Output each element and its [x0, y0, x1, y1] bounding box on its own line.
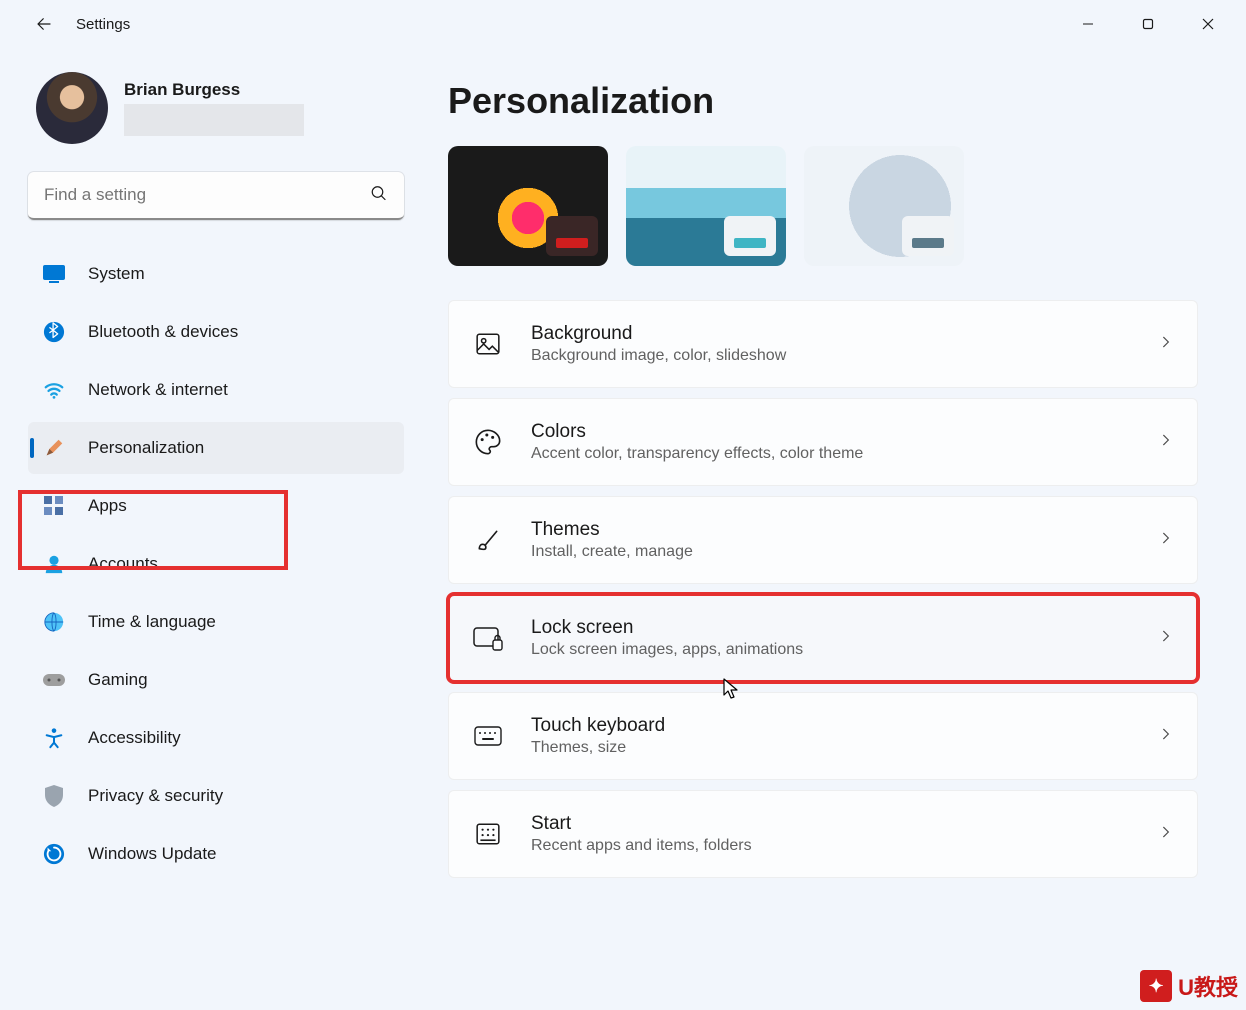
- card-title: Start: [531, 813, 1131, 835]
- theme-preview-1[interactable]: [448, 146, 608, 266]
- sidebar-item-label: Gaming: [88, 670, 148, 690]
- lock-screen-icon: [473, 623, 503, 653]
- gamepad-icon: [42, 668, 66, 692]
- chevron-right-icon: [1159, 335, 1173, 354]
- maximize-button[interactable]: [1118, 2, 1178, 46]
- chevron-right-icon: [1159, 433, 1173, 452]
- avatar: [36, 72, 108, 144]
- sidebar-item-personalization[interactable]: Personalization: [28, 422, 404, 474]
- sidebar-item-label: Bluetooth & devices: [88, 322, 238, 342]
- card-title: Background: [531, 323, 1131, 345]
- main-content: Personalization Background Background im…: [420, 48, 1246, 1010]
- sidebar-item-bluetooth[interactable]: Bluetooth & devices: [28, 306, 404, 358]
- card-touch-keyboard[interactable]: Touch keyboard Themes, size: [448, 692, 1198, 780]
- maximize-icon: [1142, 18, 1154, 30]
- card-sub: Recent apps and items, folders: [531, 837, 1131, 855]
- sidebar-item-label: Windows Update: [88, 844, 217, 864]
- close-button[interactable]: [1178, 2, 1238, 46]
- card-title: Themes: [531, 519, 1131, 541]
- watermark: ✦ U教授: [1140, 970, 1238, 1002]
- search-box: [28, 172, 404, 220]
- bluetooth-icon: [42, 320, 66, 344]
- card-title: Colors: [531, 421, 1131, 443]
- watermark-logo-icon: ✦: [1140, 970, 1172, 1002]
- profile-name: Brian Burgess: [124, 80, 304, 100]
- card-start[interactable]: Start Recent apps and items, folders: [448, 790, 1198, 878]
- clock-globe-icon: [42, 610, 66, 634]
- titlebar: Settings: [0, 0, 1246, 48]
- update-icon: [42, 842, 66, 866]
- card-title: Lock screen: [531, 617, 1131, 639]
- back-button[interactable]: [24, 4, 64, 44]
- sidebar-item-privacy-security[interactable]: Privacy & security: [28, 770, 404, 822]
- sidebar-item-label: Accounts: [88, 554, 158, 574]
- arrow-left-icon: [35, 15, 53, 33]
- app-title: Settings: [76, 16, 130, 33]
- sidebar-item-gaming[interactable]: Gaming: [28, 654, 404, 706]
- sidebar-item-label: Apps: [88, 496, 127, 516]
- window-controls: [1058, 2, 1238, 46]
- minimize-icon: [1082, 18, 1094, 30]
- search-input[interactable]: [28, 172, 404, 220]
- accessibility-icon: [42, 726, 66, 750]
- card-colors[interactable]: Colors Accent color, transparency effect…: [448, 398, 1198, 486]
- shield-icon: [42, 784, 66, 808]
- theme-preview-2[interactable]: [626, 146, 786, 266]
- search-icon: [370, 185, 388, 208]
- sidebar-item-label: Accessibility: [88, 728, 181, 748]
- brush-icon: [473, 525, 503, 555]
- sidebar-item-apps[interactable]: Apps: [28, 480, 404, 532]
- system-icon: [42, 262, 66, 286]
- sidebar-item-label: Personalization: [88, 438, 204, 458]
- chevron-right-icon: [1159, 825, 1173, 844]
- nav-list: System Bluetooth & devices Network & int…: [28, 248, 404, 880]
- chevron-right-icon: [1159, 727, 1173, 746]
- card-sub: Install, create, manage: [531, 543, 1131, 561]
- minimize-button[interactable]: [1058, 2, 1118, 46]
- close-icon: [1202, 18, 1214, 30]
- accounts-icon: [42, 552, 66, 576]
- apps-icon: [42, 494, 66, 518]
- watermark-text: U教授: [1178, 970, 1238, 1002]
- card-background[interactable]: Background Background image, color, slid…: [448, 300, 1198, 388]
- card-sub: Themes, size: [531, 739, 1131, 757]
- sidebar-item-label: Time & language: [88, 612, 216, 632]
- settings-card-list: Background Background image, color, slid…: [448, 300, 1198, 878]
- picture-icon: [473, 329, 503, 359]
- card-sub: Accent color, transparency effects, colo…: [531, 445, 1131, 463]
- profile-email-redacted: [124, 104, 304, 136]
- sidebar-item-accounts[interactable]: Accounts: [28, 538, 404, 590]
- sidebar-item-label: System: [88, 264, 145, 284]
- paintbrush-icon: [42, 436, 66, 460]
- sidebar: Brian Burgess System Bluetooth & devices…: [0, 48, 420, 1010]
- sidebar-item-windows-update[interactable]: Windows Update: [28, 828, 404, 880]
- palette-icon: [473, 427, 503, 457]
- sidebar-item-system[interactable]: System: [28, 248, 404, 300]
- card-sub: Background image, color, slideshow: [531, 347, 1131, 365]
- keyboard-icon: [473, 721, 503, 751]
- card-themes[interactable]: Themes Install, create, manage: [448, 496, 1198, 584]
- sidebar-item-label: Network & internet: [88, 380, 228, 400]
- card-sub: Lock screen images, apps, animations: [531, 641, 1131, 659]
- chevron-right-icon: [1159, 531, 1173, 550]
- start-icon: [473, 819, 503, 849]
- profile-block[interactable]: Brian Burgess: [28, 72, 404, 144]
- theme-preview-row: [448, 146, 1198, 266]
- sidebar-item-label: Privacy & security: [88, 786, 223, 806]
- theme-preview-3[interactable]: [804, 146, 964, 266]
- sidebar-item-time-language[interactable]: Time & language: [28, 596, 404, 648]
- sidebar-item-accessibility[interactable]: Accessibility: [28, 712, 404, 764]
- chevron-right-icon: [1159, 629, 1173, 648]
- sidebar-item-network[interactable]: Network & internet: [28, 364, 404, 416]
- card-title: Touch keyboard: [531, 715, 1131, 737]
- wifi-icon: [42, 378, 66, 402]
- page-title: Personalization: [448, 80, 1198, 122]
- card-lock-screen[interactable]: Lock screen Lock screen images, apps, an…: [448, 594, 1198, 682]
